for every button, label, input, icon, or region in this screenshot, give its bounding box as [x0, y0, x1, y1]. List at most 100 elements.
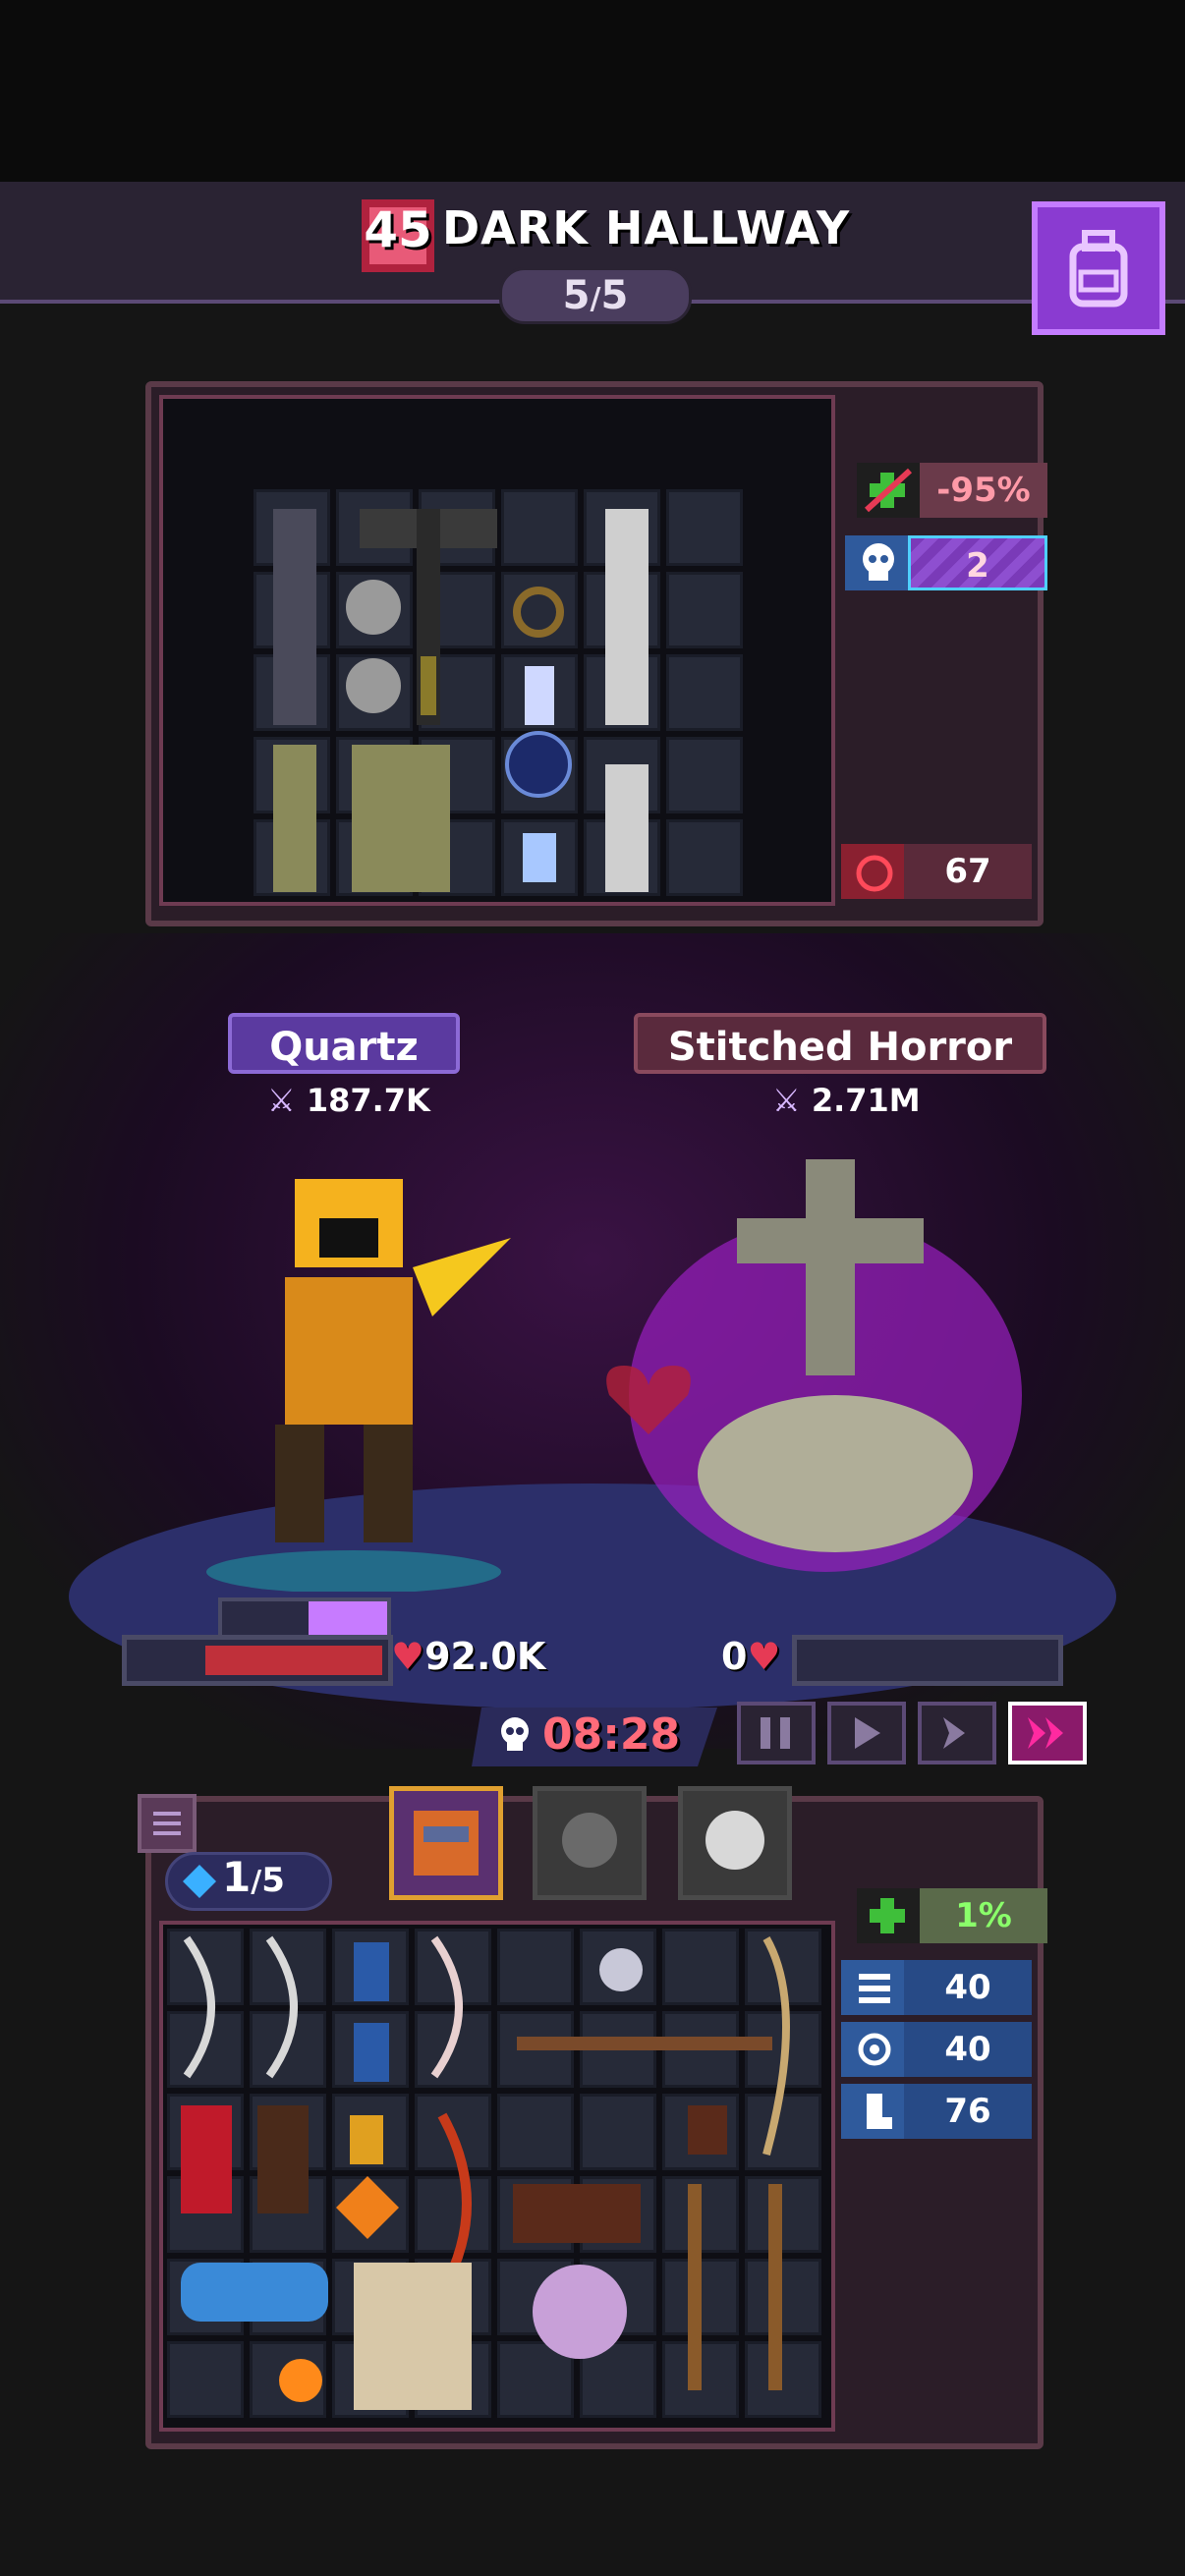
heal-plus-icon: [857, 1888, 920, 1943]
battle-timer: 08:28: [542, 1709, 681, 1760]
rage-face-icon: [841, 844, 904, 899]
wave-total: 5: [600, 273, 629, 318]
small-potion-icon: [350, 2115, 383, 2164]
stat-c-value: 76: [904, 2084, 1032, 2139]
enemy-hp: 0♥: [721, 1635, 781, 1678]
gems-total: 5: [261, 1861, 285, 1900]
broken-heart-icon: [606, 1366, 691, 1434]
axe-orb-icon: [505, 731, 572, 798]
hero-energy-fill: [309, 1601, 387, 1635]
enemy-hp-bar: [792, 1635, 1063, 1686]
fastest-speed-button[interactable]: [1008, 1702, 1087, 1764]
hero-hp-value: 92.0K: [424, 1635, 546, 1678]
speed-lines-icon: [841, 1960, 904, 2015]
quiver-icon: [354, 2023, 389, 2082]
gem-count: 1/5: [222, 1853, 285, 1901]
healing-stat: 1%: [857, 1888, 1049, 1943]
boot-icon: [257, 2105, 309, 2213]
hero-hp-bar: [122, 1635, 393, 1686]
gems-current: 1: [222, 1853, 252, 1901]
dragon-portrait-icon: [414, 1811, 479, 1876]
skull-icon: [845, 535, 908, 590]
fire-wand-icon: [279, 2359, 322, 2402]
shadow-portrait-icon: [562, 1813, 617, 1868]
enemy-name-plate: Stitched Horror: [634, 1013, 1046, 1074]
wave-counter: 5/5: [499, 267, 692, 324]
boot-speed-icon: [841, 2084, 904, 2139]
crossbow-icon: [517, 2037, 772, 2050]
backpack-button[interactable]: [1032, 201, 1165, 335]
play-icon: [855, 1717, 880, 1749]
blade-icon: [273, 509, 316, 725]
hero-portrait-locked[interactable]: [533, 1786, 647, 1900]
heal-block-icon: [857, 463, 920, 518]
damage-reduction-value: -95%: [920, 463, 1047, 518]
stat-a-value: 40: [904, 1960, 1032, 2015]
gem-icon: [183, 1865, 216, 1898]
target-icon: [841, 2022, 904, 2077]
stat-c: 76: [841, 2084, 1047, 2139]
healing-value: 1%: [920, 1888, 1047, 1943]
backpack-icon: [1069, 230, 1128, 308]
sword-icon: ⚔: [772, 1082, 801, 1119]
bow-icon: [430, 1935, 463, 2079]
broom-icon: [688, 2184, 702, 2390]
broom-icon: [768, 2184, 782, 2390]
armor-icon: [352, 745, 450, 892]
pause-button[interactable]: [737, 1702, 816, 1764]
wave-separator: /: [590, 282, 601, 316]
hero-hp-fill: [205, 1646, 382, 1675]
hero-portrait-ghost[interactable]: [678, 1786, 792, 1900]
ghost-portrait-icon: [705, 1811, 764, 1870]
rage-stat: 67: [841, 844, 1047, 899]
heart-icon: ♥: [747, 1635, 781, 1678]
stat-b: 40: [841, 2022, 1047, 2077]
hero-power-value: 187.7K: [306, 1082, 430, 1119]
stat-a: 40: [841, 1960, 1047, 2015]
status-bar-area: [0, 0, 1185, 182]
health-potion-icon: [181, 2105, 232, 2213]
kills-value: 2: [908, 535, 1047, 590]
blade-icon: [605, 509, 649, 725]
wing-icon: [354, 2263, 472, 2410]
rage-value: 67: [904, 844, 1032, 899]
sword-icon: ⚔: [267, 1082, 296, 1119]
player-items: [181, 1935, 790, 2410]
stage-level: 45: [364, 201, 432, 258]
bomb-icon: [599, 1948, 643, 1991]
hero-energy-bar: [218, 1597, 391, 1639]
belt-icon: [513, 2184, 641, 2243]
heart-icon: ♥: [391, 1635, 425, 1678]
blade-icon: [605, 764, 649, 892]
flask-icon: [523, 833, 556, 882]
stone-icon: [346, 658, 401, 713]
bow-icon: [183, 1935, 215, 2079]
amber-gem-icon: [336, 2176, 399, 2239]
damage-reduction-stat: -95%: [857, 463, 1049, 518]
glove-icon: [688, 2105, 727, 2155]
amulet-icon: [533, 2265, 627, 2359]
cloud-charm-icon: [181, 2263, 328, 2322]
quiver-icon: [354, 1942, 389, 2001]
claw-icon: [273, 745, 316, 892]
play-button[interactable]: [827, 1702, 906, 1764]
list-icon: [153, 1812, 181, 1835]
hero-power: ⚔ 187.7K: [267, 1082, 430, 1119]
kills-stat: 2: [845, 535, 1047, 590]
stat-b-value: 40: [904, 2022, 1032, 2077]
fast-forward-icon: [943, 1717, 965, 1749]
hero-sprite: [206, 1179, 511, 1592]
enemy-power-value: 2.71M: [811, 1082, 921, 1119]
enemy-hp-value: 0: [721, 1635, 748, 1678]
menu-button[interactable]: [138, 1794, 197, 1853]
enemy-items: [273, 509, 649, 892]
stone-icon: [346, 580, 401, 635]
bow-icon: [265, 1935, 298, 2079]
enemy-power: ⚔ 2.71M: [772, 1082, 921, 1119]
pause-icon: [761, 1717, 790, 1749]
gem-separator: /: [251, 1865, 262, 1899]
fast-forward-button[interactable]: [918, 1702, 996, 1764]
hero-hp: ♥92.0K: [391, 1635, 545, 1678]
double-chevron-icon: [1028, 1717, 1063, 1749]
hero-portrait-quartz[interactable]: [389, 1786, 503, 1900]
